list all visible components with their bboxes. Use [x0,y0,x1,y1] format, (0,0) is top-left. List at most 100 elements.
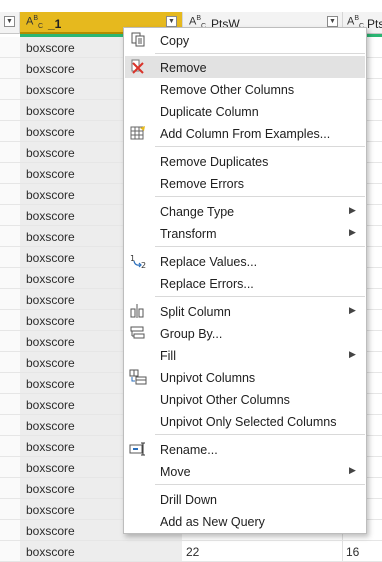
split-column-icon [130,304,144,318]
cell-value: 22 [186,545,200,559]
menu-item-transform[interactable]: Transform ▶ [125,222,365,244]
rename-icon [129,442,145,456]
menu-item-add-column-from-examples[interactable]: Add Column From Examples... [125,122,365,144]
cell-value: boxscore [26,524,75,538]
cell-value: boxscore [26,482,75,496]
row-number-cell[interactable] [0,289,21,309]
menu-item-duplicate-column[interactable]: Duplicate Column [125,100,365,122]
menu-item-split-column[interactable]: Split Column ▶ [125,300,365,322]
menu-item-label: Fill [160,349,176,363]
row-number-cell[interactable] [0,499,21,519]
chevron-right-icon: ▶ [349,465,356,475]
row-number-cell[interactable] [0,121,21,141]
menu-item-label: Duplicate Column [160,105,259,119]
row-number-cell[interactable] [0,478,21,498]
row-number-cell[interactable] [0,79,21,99]
menu-item-label: Change Type [160,205,235,219]
menu-item-rename[interactable]: Rename... [125,438,365,460]
row-number-cell[interactable] [0,268,21,288]
row-number-cell[interactable] [0,520,21,540]
row-number-cell[interactable] [0,37,21,57]
chevron-down-icon[interactable]: ▼ [4,16,15,27]
cell-value: boxscore [26,356,75,370]
menu-item-label: Move [160,465,191,479]
menu-item-label: Replace Errors... [160,277,254,291]
menu-item-remove-errors[interactable]: Remove Errors [125,172,365,194]
cell-value: boxscore [26,335,75,349]
chevron-right-icon: ▶ [349,227,356,237]
menu-item-unpivot-other-columns[interactable]: Unpivot Other Columns [125,388,365,410]
menu-item-drill-down[interactable]: Drill Down [125,488,365,510]
row-number-cell[interactable] [0,415,21,435]
cell-value: boxscore [26,545,75,559]
menu-item-label: Copy [160,34,190,48]
row-number-cell[interactable] [0,541,21,561]
cell-value: boxscore [26,461,75,475]
column-header-name: Pts [367,17,382,31]
menu-item-copy[interactable]: Copy [125,29,365,51]
row-number-cell[interactable] [0,163,21,183]
menu-item-unpivot-only-selected-columns[interactable]: Unpivot Only Selected Columns [125,410,365,432]
menu-item-group-by[interactable]: Group By... [125,322,365,344]
chevron-right-icon: ▶ [349,349,356,359]
cell-value: boxscore [26,125,75,139]
row-number-cell[interactable] [0,457,21,477]
row-number-cell[interactable] [0,247,21,267]
menu-item-label: Replace Values... [160,255,258,269]
menu-item-remove[interactable]: Remove [125,56,365,78]
chevron-down-icon[interactable]: ▼ [166,16,177,27]
menu-item-change-type[interactable]: Change Type ▶ [125,200,365,222]
table-row[interactable]: boxscore 22 16 [0,541,382,562]
context-menu: Copy Remove Remove Other Columns Duplica… [123,27,367,534]
menu-separator [155,146,365,147]
row-number-cell[interactable] [0,58,21,78]
menu-item-label: Group By... [160,327,223,341]
menu-item-fill[interactable]: Fill ▶ [125,344,365,366]
row-number-cell[interactable] [0,352,21,372]
row-number-cell[interactable] [0,205,21,225]
menu-separator [155,434,365,435]
cell-value: boxscore [26,293,75,307]
menu-item-move[interactable]: Move ▶ [125,460,365,482]
menu-item-label: Unpivot Other Columns [160,393,290,407]
row-number-cell[interactable] [0,142,21,162]
menu-item-label: Remove [160,61,207,75]
menu-item-unpivot-columns[interactable]: Unpivot Columns [125,366,365,388]
group-by-icon [130,326,145,339]
table-cell[interactable]: boxscore [20,541,182,561]
menu-item-remove-duplicates[interactable]: Remove Duplicates [125,150,365,172]
copy-icon [131,32,145,47]
menu-separator [155,296,365,297]
replace-values-icon: 1 2 [130,254,146,269]
chevron-down-icon[interactable]: ▼ [327,16,338,27]
menu-item-replace-values[interactable]: 1 2 Replace Values... [125,250,365,272]
menu-item-remove-other-columns[interactable]: Remove Other Columns [125,78,365,100]
cell-value: boxscore [26,314,75,328]
menu-item-label: Transform [160,227,217,241]
unpivot-columns-icon [129,369,147,385]
cell-value: boxscore [26,167,75,181]
row-header-corner[interactable]: ▼ [0,12,20,34]
menu-item-label: Unpivot Only Selected Columns [160,415,337,429]
row-number-cell[interactable] [0,184,21,204]
row-number-cell[interactable] [0,394,21,414]
row-number-cell[interactable] [0,436,21,456]
cell-value: boxscore [26,377,75,391]
menu-item-label: Remove Errors [160,177,245,191]
row-number-cell[interactable] [0,331,21,351]
row-number-cell[interactable] [0,310,21,330]
menu-item-replace-errors[interactable]: Replace Errors... [125,272,365,294]
column-header-name: _1 [48,17,62,31]
cell-value: boxscore [26,41,75,55]
menu-item-label: Add as New Query [160,515,265,529]
menu-item-add-as-new-query[interactable]: Add as New Query [125,510,365,532]
column-from-examples-icon [130,126,145,140]
svg-text:2: 2 [141,261,146,269]
cell-value: boxscore [26,209,75,223]
chevron-right-icon: ▶ [349,305,356,315]
row-number-cell[interactable] [0,100,21,120]
row-number-cell[interactable] [0,226,21,246]
menu-item-label: Remove Other Columns [160,83,295,97]
row-number-cell[interactable] [0,373,21,393]
text-type-icon[interactable]: ABC [26,15,43,30]
